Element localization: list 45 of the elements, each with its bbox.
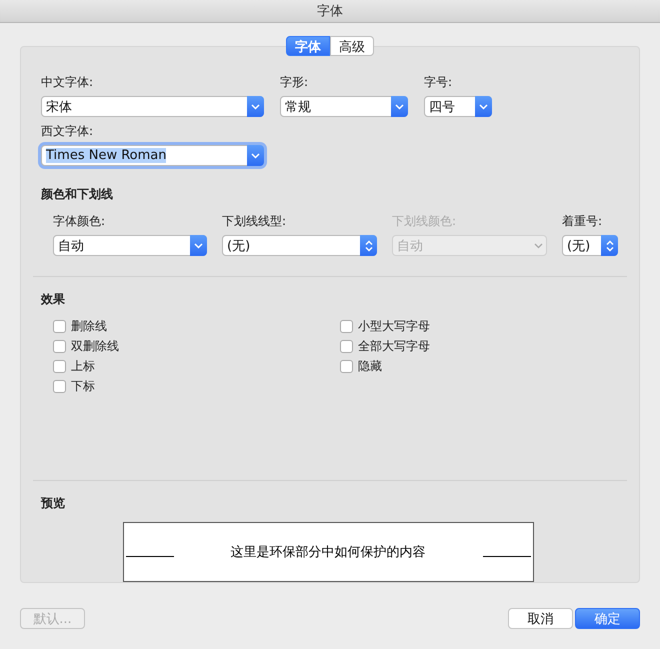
checkbox[interactable]	[340, 340, 353, 353]
checkbox[interactable]	[53, 360, 66, 373]
stepper-icon	[606, 240, 614, 252]
section-title: 预览	[40, 494, 66, 512]
section-title: 颜色和下划线	[40, 186, 114, 204]
preview-text: 这里是环保部分中如何保护的内容	[230, 544, 426, 561]
checkbox-label: 全部大写字母	[358, 338, 430, 355]
checkbox-label: 上标	[71, 358, 95, 375]
field-label: 下划线颜色:	[392, 213, 458, 230]
chevron-down-icon	[479, 104, 488, 110]
field-label: 下划线线型:	[222, 213, 288, 230]
dropdown[interactable]: 四号	[424, 96, 492, 118]
dropdown[interactable]: 常规	[280, 96, 408, 118]
dialog-button[interactable]: 取消	[508, 608, 573, 629]
chevron-down-icon	[194, 242, 203, 249]
field-label: 中文字体:	[41, 74, 94, 92]
checkbox-label: 小型大写字母	[358, 318, 430, 335]
dropdown[interactable]: (无)	[562, 235, 618, 256]
field-label: 着重号:	[562, 213, 604, 230]
checkbox[interactable]	[53, 340, 66, 353]
field-label: 字形:	[280, 74, 310, 92]
window-title: 字体	[317, 3, 343, 20]
checkbox-label: 删除线	[71, 318, 107, 335]
tab[interactable]: 字体	[286, 36, 330, 56]
field-label: 西文字体:	[41, 123, 94, 140]
chevron-down-icon	[251, 104, 260, 110]
dropdown[interactable]: Times New Roman	[41, 145, 264, 166]
section-title: 效果	[40, 291, 66, 308]
checkbox-label: 双删除线	[71, 338, 119, 355]
field-label: 字体颜色:	[53, 213, 106, 230]
tab[interactable]: 高级	[330, 36, 374, 56]
checkbox-label: 隐藏	[358, 358, 382, 375]
chevron-down-icon	[395, 104, 404, 110]
checkbox[interactable]	[340, 320, 353, 333]
checkbox[interactable]	[53, 380, 66, 393]
dropdown[interactable]: 自动	[53, 235, 207, 256]
checkbox[interactable]	[340, 360, 353, 373]
dropdown[interactable]: 宋体	[41, 96, 264, 118]
field-label: 字号:	[424, 74, 454, 92]
checkbox-label: 下标	[71, 378, 95, 395]
dropdown[interactable]: (无)	[222, 235, 377, 256]
chevron-down-icon	[251, 152, 260, 159]
stepper-icon	[364, 240, 372, 252]
checkbox[interactable]	[53, 320, 66, 333]
chevron-down-icon	[534, 242, 543, 249]
